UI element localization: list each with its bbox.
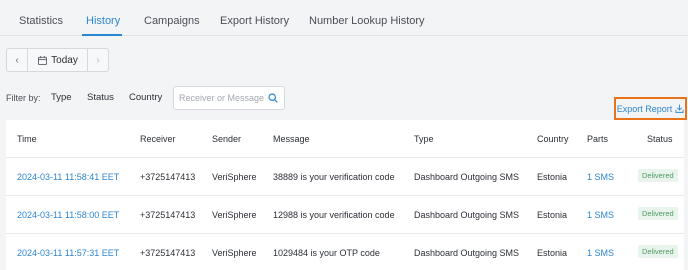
row-message: 1029484 is your OTP code: [273, 248, 380, 258]
column-header-time[interactable]: Time: [17, 134, 37, 144]
row-receiver: +3725147413: [140, 248, 196, 258]
row-time-link[interactable]: 2024-03-11 11:58:41 EET: [17, 172, 119, 182]
tab-history[interactable]: History: [86, 15, 120, 27]
search-box: [173, 86, 285, 110]
filter-status-button[interactable]: Status: [87, 92, 114, 103]
search-input[interactable]: [179, 91, 267, 105]
search-icon[interactable]: [268, 93, 278, 103]
download-icon: [675, 104, 684, 113]
column-header-type[interactable]: Type: [414, 134, 434, 144]
row-type: Dashboard Outgoing SMS: [414, 172, 520, 182]
filter-by-label: Filter by:: [6, 93, 41, 103]
previous-day-button[interactable]: ‹: [7, 49, 28, 71]
chevron-left-icon: ‹: [15, 54, 19, 66]
date-navigator: ‹ Today ›: [6, 48, 109, 72]
chevron-right-icon: ›: [96, 54, 100, 66]
column-header-parts[interactable]: Parts: [587, 134, 608, 144]
export-report-label: Export Report: [616, 103, 673, 114]
row-message: 38889 is your verification code: [273, 172, 395, 182]
row-parts-link[interactable]: 1 SMS: [587, 210, 614, 220]
row-time-link[interactable]: 2024-03-11 11:57:31 EET: [17, 248, 119, 258]
row-parts-link[interactable]: 1 SMS: [587, 248, 614, 258]
row-parts-link[interactable]: 1 SMS: [587, 172, 614, 182]
row-country: Estonia: [537, 172, 568, 182]
tab-number-lookup-history[interactable]: Number Lookup History: [309, 15, 425, 27]
filter-type-button[interactable]: Type: [51, 92, 72, 103]
table-row[interactable]: 2024-03-11 11:58:41 EET +3725147413 Veri…: [6, 157, 684, 195]
row-message: 12988 is your verification code: [273, 210, 395, 220]
tab-export-history[interactable]: Export History: [220, 15, 289, 27]
row-country: Estonia: [537, 248, 568, 258]
status-badge: Delivered: [638, 245, 678, 258]
filter-country-button[interactable]: Country: [129, 92, 162, 103]
row-receiver: +3725147413: [140, 210, 196, 220]
column-header-message[interactable]: Message: [273, 134, 310, 144]
column-header-sender[interactable]: Sender: [212, 134, 241, 144]
row-sender: VeriSphere: [212, 248, 257, 258]
column-header-country[interactable]: Country: [537, 134, 569, 144]
row-receiver: +3725147413: [140, 172, 196, 182]
active-tab-indicator: [82, 34, 122, 36]
status-badge: Delivered: [638, 207, 678, 220]
table-row[interactable]: 2024-03-11 11:57:31 EET +3725147413 Veri…: [6, 233, 684, 270]
calendar-icon: [38, 55, 48, 65]
today-label: Today: [51, 54, 78, 66]
tab-statistics[interactable]: Statistics: [19, 15, 63, 27]
row-sender: VeriSphere: [212, 172, 257, 182]
table-row[interactable]: 2024-03-11 11:58:00 EET +3725147413 Veri…: [6, 195, 684, 233]
today-button[interactable]: Today: [29, 49, 87, 71]
export-report-button[interactable]: Export Report: [614, 97, 687, 120]
row-sender: VeriSphere: [212, 210, 257, 220]
status-badge: Delivered: [638, 169, 678, 182]
tab-campaigns[interactable]: Campaigns: [144, 15, 200, 27]
next-day-button[interactable]: ›: [87, 49, 108, 71]
history-table: Time Receiver Sender Message Type Countr…: [6, 120, 684, 270]
column-header-receiver[interactable]: Receiver: [140, 134, 176, 144]
row-time-link[interactable]: 2024-03-11 11:58:00 EET: [17, 210, 119, 220]
tab-bar: Statistics History Campaigns Export Hist…: [0, 0, 688, 36]
column-header-status[interactable]: Status: [647, 134, 673, 144]
row-type: Dashboard Outgoing SMS: [414, 248, 520, 258]
row-country: Estonia: [537, 210, 568, 220]
row-type: Dashboard Outgoing SMS: [414, 210, 520, 220]
